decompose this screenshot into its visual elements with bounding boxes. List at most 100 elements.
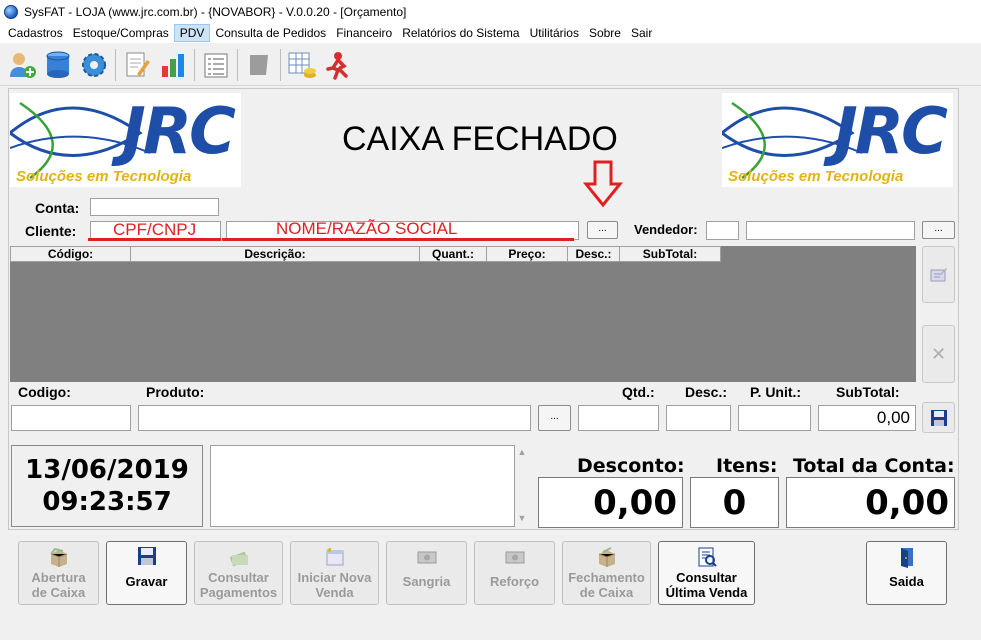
col-preco[interactable]: Preço: — [487, 246, 568, 262]
floppy-disk-icon — [930, 409, 947, 426]
menu-utilitarios[interactable]: Utilitários — [525, 24, 584, 42]
itens-label: Itens: — [716, 455, 778, 477]
toolbar-separator — [194, 48, 195, 81]
date-text: 13/06/2019 — [25, 455, 189, 485]
sangria-button[interactable]: Sangria — [386, 541, 467, 605]
subtotal-label: SubTotal: — [836, 384, 900, 400]
cpf-cnpj-annotation: CPF/CNPJ — [113, 220, 197, 239]
app-icon — [4, 4, 18, 19]
col-quant[interactable]: Quant.: — [420, 246, 487, 262]
col-desc[interactable]: Desc.: — [568, 246, 620, 262]
search-produto-button[interactable]: ... — [538, 405, 571, 431]
caixa-status-label: CAIXA FECHADO — [342, 120, 618, 158]
gear-icon[interactable] — [76, 47, 112, 83]
abertura-label-2: de Caixa — [31, 585, 86, 600]
closed-box-icon — [563, 546, 650, 570]
subtotal-input[interactable]: 0,00 — [818, 405, 916, 431]
total-conta-value: 0,00 — [786, 477, 955, 528]
desconto-label: Desconto: — [577, 455, 685, 477]
vendedor-name-field[interactable] — [746, 221, 915, 240]
consultar-pagamentos-button[interactable]: Consultar Pagamentos — [194, 541, 283, 605]
iniciar-label-2: Venda — [315, 585, 354, 600]
bar-chart-icon[interactable] — [155, 47, 191, 83]
red-arrow-annotation — [583, 160, 623, 208]
consultar-pag-label-1: Consultar — [208, 570, 269, 585]
search-cliente-button[interactable]: ... — [587, 221, 618, 239]
total-conta-label: Total da Conta: — [793, 455, 955, 477]
fechamento-caixa-button[interactable]: Fechamento de Caixa — [562, 541, 651, 605]
add-user-icon[interactable] — [4, 47, 40, 83]
ultima-label-2: Última Venda — [665, 585, 748, 600]
spreadsheet-coins-icon[interactable] — [284, 47, 320, 83]
reforco-label: Reforço — [489, 574, 540, 589]
col-descricao[interactable]: Descrição: — [131, 246, 420, 262]
iniciar-nova-venda-button[interactable]: Iniciar Nova Venda — [290, 541, 379, 605]
save-item-button[interactable] — [922, 402, 955, 433]
produto-label: Produto: — [146, 384, 205, 400]
red-underline — [88, 238, 221, 241]
cash-out-icon — [387, 546, 466, 570]
punit-label: P. Unit.: — [750, 384, 802, 400]
edit-document-icon[interactable] — [119, 47, 155, 83]
datetime-display: 13/06/2019 09:23:57 — [11, 445, 203, 527]
menu-pdv[interactable]: PDV — [173, 24, 211, 42]
observacoes-memo[interactable] — [210, 445, 515, 527]
menu-sobre[interactable]: Sobre — [584, 24, 626, 42]
grid-header: Código: Descrição: Quant.: Preço: Desc.:… — [10, 246, 721, 262]
conta-label: Conta: — [35, 200, 80, 216]
conta-field[interactable] — [90, 198, 219, 216]
floppy-disk-icon — [107, 546, 186, 570]
nome-razao-annotation: NOME/RAZÃO SOCIAL — [276, 219, 458, 238]
desconto-value: 0,00 — [538, 477, 683, 528]
menu-cadastros[interactable]: Cadastros — [3, 24, 68, 42]
consultar-pag-label-2: Pagamentos — [199, 585, 278, 600]
memo-scrollbar[interactable]: ▲ ▼ — [515, 445, 529, 527]
scroll-down-icon[interactable]: ▼ — [515, 513, 529, 523]
list-icon[interactable] — [198, 47, 234, 83]
search-vendedor-button[interactable]: ... — [922, 221, 955, 239]
document-search-icon — [659, 546, 754, 570]
money-icon — [195, 546, 282, 570]
menu-consulta-pedidos[interactable]: Consulta de Pedidos — [210, 24, 331, 42]
database-icon[interactable] — [40, 47, 76, 83]
gravar-button[interactable]: Gravar — [106, 541, 187, 605]
open-box-icon — [19, 546, 98, 570]
menu-sair[interactable]: Sair — [626, 24, 657, 42]
produto-input[interactable] — [138, 405, 531, 431]
vendedor-label: Vendedor: — [634, 222, 698, 237]
vendedor-code-field[interactable] — [706, 221, 739, 240]
toolbar-separator — [115, 48, 116, 81]
edit-item-button[interactable] — [922, 246, 955, 303]
scroll-up-icon[interactable]: ▲ — [515, 447, 529, 457]
gravar-label: Gravar — [125, 574, 168, 589]
toolbar-separator — [237, 48, 238, 81]
menu-bar: Cadastros Estoque/Compras PDV Consulta d… — [0, 23, 981, 43]
col-codigo[interactable]: Código: — [10, 246, 131, 262]
new-window-icon — [291, 546, 378, 570]
consultar-ultima-venda-button[interactable]: Consultar Última Venda — [658, 541, 755, 605]
items-grid[interactable]: Código: Descrição: Quant.: Preço: Desc.:… — [10, 246, 916, 382]
desc-input[interactable] — [666, 405, 731, 431]
reforco-button[interactable]: Reforço — [474, 541, 555, 605]
delete-item-button[interactable]: ✕ — [922, 325, 955, 383]
cash-in-icon — [475, 546, 554, 570]
red-underline — [222, 238, 574, 241]
exit-door-icon — [867, 546, 946, 570]
logo-tagline: Soluções em Tecnologia — [16, 168, 192, 185]
menu-financeiro[interactable]: Financeiro — [331, 24, 397, 42]
exit-runner-icon[interactable] — [320, 47, 356, 83]
punit-input[interactable] — [738, 405, 811, 431]
abertura-caixa-button[interactable]: Abertura de Caixa — [18, 541, 99, 605]
saida-label: Saida — [889, 574, 924, 589]
cliente-label: Cliente: — [25, 223, 77, 239]
desc-label: Desc.: — [685, 384, 728, 400]
qtd-input[interactable] — [578, 405, 659, 431]
col-subtotal[interactable]: SubTotal: — [620, 246, 721, 262]
codigo-input[interactable] — [11, 405, 131, 431]
saida-button[interactable]: Saida — [866, 541, 947, 605]
toolbar — [0, 44, 981, 86]
toolbar-separator — [280, 48, 281, 81]
menu-estoque-compras[interactable]: Estoque/Compras — [68, 24, 174, 42]
menu-relatorios[interactable]: Relatórios do Sistema — [397, 24, 524, 42]
close-icon: ✕ — [930, 343, 947, 364]
